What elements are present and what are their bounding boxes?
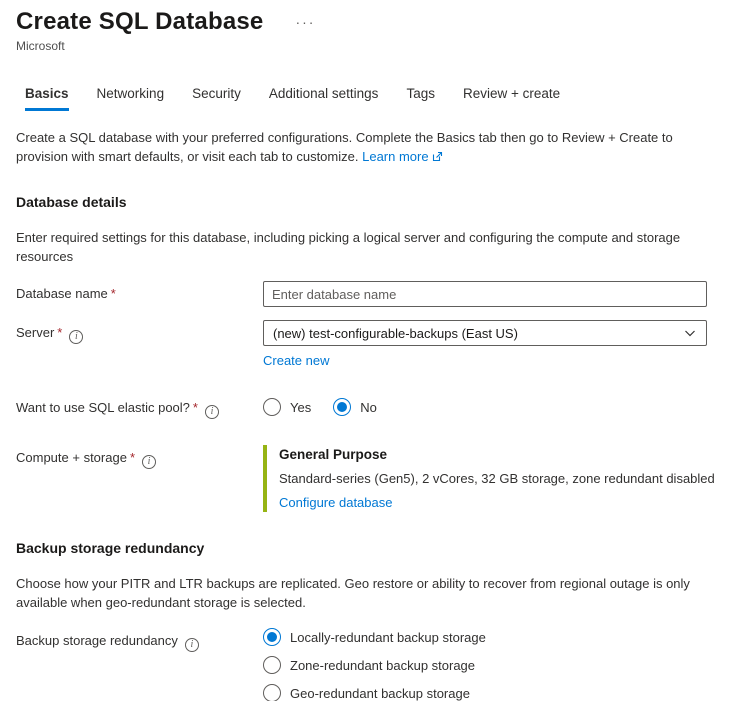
page-header: Create SQL Database ··· bbox=[16, 8, 732, 36]
tab-networking[interactable]: Networking bbox=[97, 86, 165, 111]
elastic-pool-label: Want to use SQL elastic pool? * i bbox=[16, 395, 263, 419]
learn-more-link[interactable]: Learn more bbox=[362, 149, 442, 164]
tier-name: General Purpose bbox=[279, 447, 388, 462]
radio-label: Yes bbox=[290, 399, 312, 415]
create-sql-database-page: Create SQL Database ··· Microsoft Basics… bbox=[0, 0, 748, 701]
database-name-field bbox=[263, 281, 732, 307]
radio-button[interactable] bbox=[263, 628, 281, 646]
external-link-icon bbox=[432, 151, 442, 162]
backup-redundancy-heading: Backup storage redundancy bbox=[16, 540, 205, 556]
info-icon[interactable]: i bbox=[69, 330, 84, 344]
intro-text: Create a SQL database with your preferre… bbox=[16, 130, 673, 164]
backup-option-geo-redundant[interactable]: Geo-redundant backup storage bbox=[263, 684, 732, 701]
database-name-label: Database name * bbox=[16, 281, 263, 302]
database-details-description: Enter required settings for this databas… bbox=[16, 230, 681, 264]
page-title: Create SQL Database bbox=[16, 8, 264, 35]
backup-redundancy-label: Backup storage redundancy i bbox=[16, 628, 263, 652]
learn-more-label: Learn more bbox=[362, 149, 429, 164]
elastic-pool-option-yes[interactable]: Yes bbox=[263, 398, 311, 416]
tab-basics[interactable]: Basics bbox=[25, 86, 69, 111]
elastic-pool-row: Want to use SQL elastic pool? * i Yes No bbox=[16, 395, 732, 419]
elastic-pool-option-no[interactable]: No bbox=[333, 398, 377, 416]
radio-button[interactable] bbox=[333, 398, 352, 416]
compute-storage-row: Compute + storage * i General Purpose Stan… bbox=[16, 445, 732, 512]
tab-bar: Basics Networking Security Additional se… bbox=[16, 86, 732, 111]
chevron-down-icon bbox=[685, 330, 695, 337]
publisher-subtitle: Microsoft bbox=[16, 39, 65, 53]
required-asterisk: * bbox=[192, 400, 198, 415]
required-asterisk: * bbox=[129, 450, 135, 465]
radio-label: No bbox=[360, 399, 377, 415]
backup-option-locally-redundant[interactable]: Locally-redundant backup storage bbox=[263, 628, 732, 646]
server-label: Server * i bbox=[16, 320, 263, 344]
label-text: Want to use SQL elastic pool? bbox=[16, 400, 190, 415]
backup-redundancy-radio-group: Locally-redundant backup storage Zone-re… bbox=[263, 628, 732, 701]
radio-button[interactable] bbox=[263, 684, 281, 701]
server-select[interactable]: (new) test-configurable-backups (East US… bbox=[263, 320, 707, 346]
database-name-row: Database name * bbox=[16, 281, 732, 307]
tab-additional-settings[interactable]: Additional settings bbox=[269, 86, 379, 111]
database-details-heading: Database details bbox=[16, 194, 127, 210]
label-text: Backup storage redundancy bbox=[16, 633, 178, 648]
server-row: Server * i (new) test-configurable-backups… bbox=[16, 320, 732, 368]
database-name-input[interactable] bbox=[263, 281, 707, 307]
radio-label: Locally-redundant backup storage bbox=[290, 629, 486, 645]
intro-paragraph: Create a SQL database with your preferre… bbox=[16, 128, 716, 166]
radio-button[interactable] bbox=[263, 398, 281, 416]
backup-option-zone-redundant[interactable]: Zone-redundant backup storage bbox=[263, 656, 732, 674]
more-options-button[interactable]: ··· bbox=[291, 13, 319, 31]
backup-redundancy-row: Backup storage redundancy i Locally-redun… bbox=[16, 628, 732, 701]
elastic-pool-radio-group: Yes No bbox=[263, 395, 732, 416]
server-select-value: (new) test-configurable-backups (East US… bbox=[273, 325, 518, 341]
required-asterisk: * bbox=[57, 325, 63, 340]
backup-redundancy-description: Choose how your PITR and LTR backups are… bbox=[16, 576, 690, 610]
selected-tier-card: General Purpose Standard-series (Gen5), … bbox=[263, 445, 732, 512]
label-text: Compute + storage bbox=[16, 450, 127, 465]
tab-review-create[interactable]: Review + create bbox=[463, 86, 560, 111]
server-field: (new) test-configurable-backups (East US… bbox=[263, 320, 732, 368]
label-text: Database name bbox=[16, 286, 108, 301]
required-asterisk: * bbox=[110, 286, 116, 301]
create-new-server-link[interactable]: Create new bbox=[263, 353, 329, 368]
configure-database-link[interactable]: Configure database bbox=[279, 495, 392, 510]
label-text: Server bbox=[16, 325, 55, 340]
tab-tags[interactable]: Tags bbox=[406, 86, 435, 111]
info-icon[interactable]: i bbox=[204, 405, 219, 419]
radio-button[interactable] bbox=[263, 656, 281, 674]
compute-storage-field: General Purpose Standard-series (Gen5), … bbox=[263, 445, 732, 512]
tab-security[interactable]: Security bbox=[192, 86, 241, 111]
tier-details: Standard-series (Gen5), 2 vCores, 32 GB … bbox=[279, 471, 715, 486]
info-icon[interactable]: i bbox=[184, 638, 199, 652]
info-icon[interactable]: i bbox=[142, 455, 156, 469]
radio-label: Zone-redundant backup storage bbox=[290, 657, 476, 673]
compute-storage-label: Compute + storage * i bbox=[16, 445, 263, 469]
radio-label: Geo-redundant backup storage bbox=[290, 685, 470, 701]
